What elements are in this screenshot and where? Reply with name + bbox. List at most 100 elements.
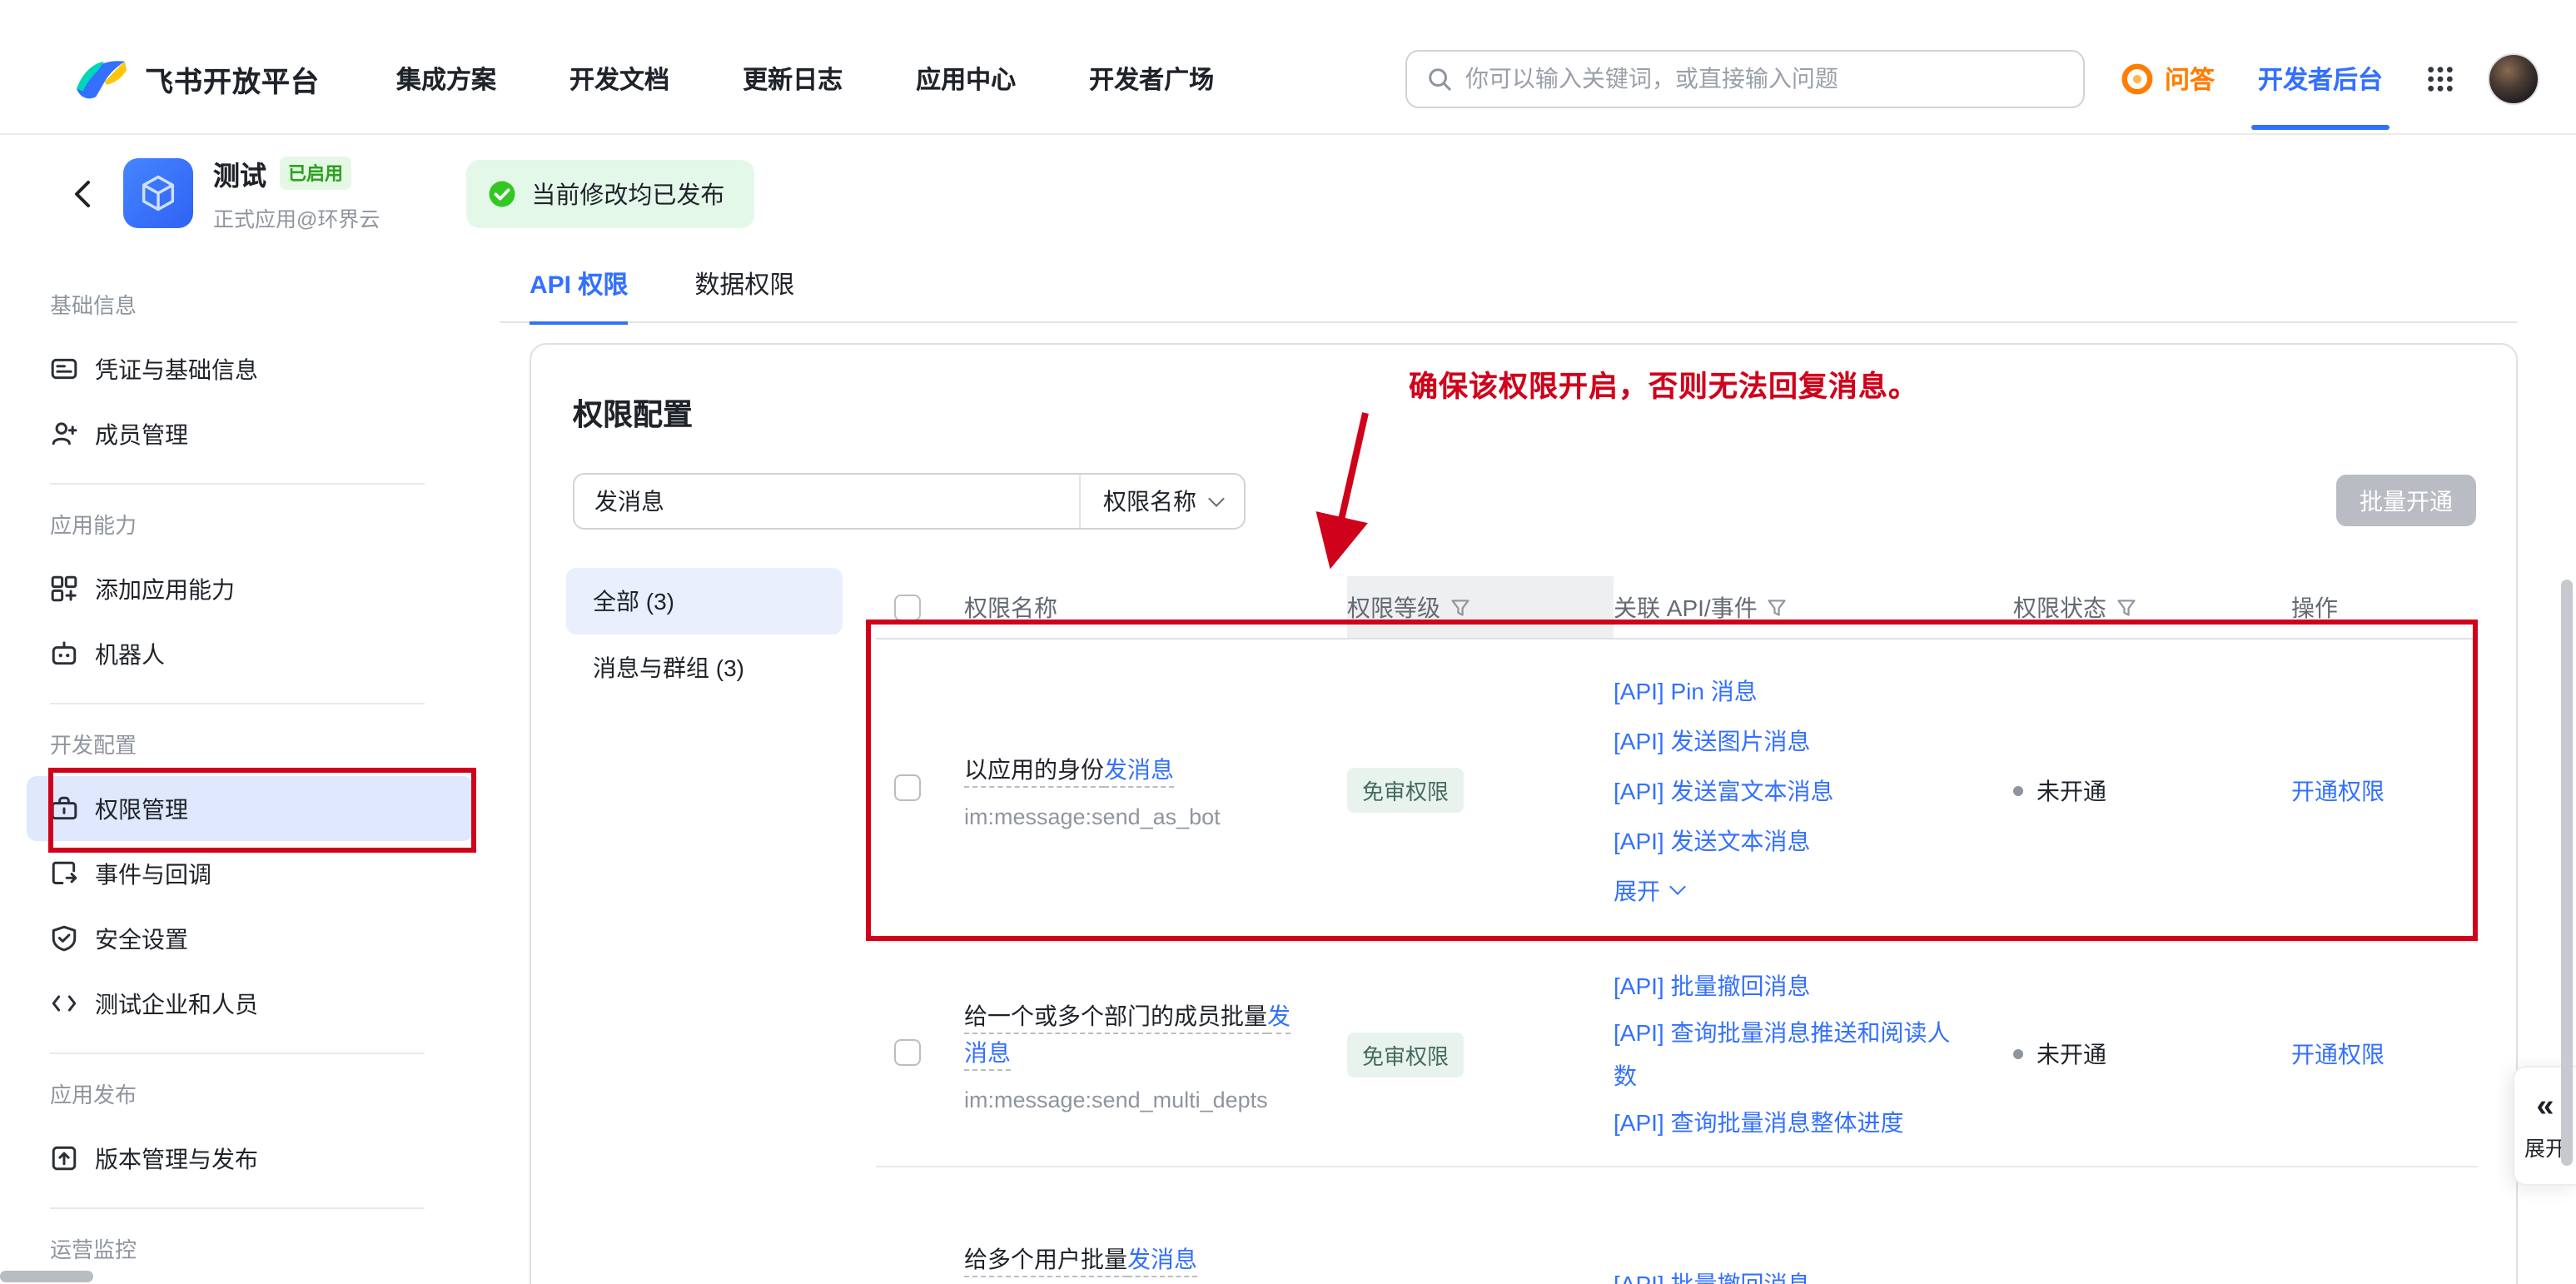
cube-icon — [137, 172, 180, 215]
active-nav-underline — [2251, 124, 2390, 129]
double-chevron-left-icon: « — [2536, 1090, 2554, 1122]
api-link-list: [API] 批量撤回消息 [API] 查询批量消息推送和阅读 — [1614, 1239, 1970, 1284]
api-link[interactable]: [API] 查询批量消息推送和阅读人数 — [1614, 1011, 1970, 1097]
filter-funnel-icon[interactable] — [2116, 597, 2136, 617]
app-meta: 测试 已启用 正式应用@环界云 — [213, 153, 380, 233]
sidebar-divider — [50, 1053, 425, 1054]
chevron-down-icon — [1207, 490, 1224, 506]
name-text: 给多个用户批量 — [964, 1246, 1127, 1272]
global-search-input[interactable] — [1465, 65, 2063, 92]
sidebar-section-dev-config: 开发配置 — [0, 708, 500, 776]
sidebar-section-basic-info: 基础信息 — [0, 268, 500, 336]
api-link[interactable]: [API] 批量撤回消息 — [1614, 1259, 1970, 1284]
console-label: 开发者后台 — [2258, 66, 2383, 94]
permission-search-input[interactable] — [574, 475, 1079, 528]
level-badge: 免审权限 — [1347, 768, 1464, 813]
sidebar-item-test-corp[interactable]: 测试企业和人员 — [27, 971, 473, 1036]
security-shield-icon — [50, 924, 78, 953]
developer-console-link[interactable]: 开发者后台 — [2258, 61, 2383, 96]
search-field-select[interactable]: 权限名称 — [1079, 475, 1244, 528]
status-text: 未开通 — [2036, 1038, 2106, 1071]
qa-link[interactable]: 问答 — [2121, 61, 2215, 96]
batch-open-button[interactable]: 批量开通 — [2336, 475, 2476, 526]
api-link[interactable]: [API] 批量撤回消息 — [1614, 961, 1970, 1011]
back-icon[interactable] — [73, 177, 92, 209]
sidebar-item-events[interactable]: 事件与回调 — [27, 841, 473, 906]
tab-data-permissions[interactable]: 数据权限 — [694, 266, 794, 325]
sidebar-item-label: 权限管理 — [95, 792, 188, 825]
name-text: 以应用的身份 — [964, 756, 1104, 783]
page-title: 权限配置 — [573, 391, 693, 435]
app-icon — [123, 158, 193, 228]
user-avatar[interactable] — [2488, 52, 2539, 104]
api-link[interactable]: [API] Pin 消息 — [1614, 665, 1970, 715]
sidebar-item-version-release[interactable]: 版本管理与发布 — [27, 1126, 473, 1191]
sidebar-section-release: 应用发布 — [0, 1058, 500, 1126]
expand-apis-link[interactable]: 展开 — [1614, 865, 1970, 915]
name-highlight: 发消息 — [1104, 756, 1174, 783]
sidebar-item-label: 安全设置 — [95, 922, 188, 955]
global-search[interactable] — [1405, 49, 2085, 107]
expand-panel-label: 展开 — [2524, 1130, 2566, 1162]
sidebar-item-credentials[interactable]: 凭证与基础信息 — [27, 336, 473, 401]
sidebar-item-bot[interactable]: 机器人 — [27, 621, 473, 686]
apps-grid-icon[interactable] — [2426, 64, 2454, 92]
permission-name[interactable]: 以应用的身份发消息 — [964, 751, 1304, 788]
status-text: 未开通 — [2036, 774, 2106, 807]
brand[interactable]: 飞书开放平台 — [73, 54, 320, 102]
horizontal-scrollbar[interactable] — [0, 1271, 93, 1282]
col-header-api[interactable]: 关联 API/事件 — [1614, 590, 2013, 624]
table-row-send-multi-users: 给多个用户批量发消息 [API] 批量撤回消息 [API] 查询批量消息推送和阅… — [876, 1167, 2478, 1284]
sidebar-item-members[interactable]: 成员管理 — [27, 401, 473, 466]
col-header-action: 操作 — [2291, 590, 2478, 624]
permission-tabs: API 权限 数据权限 — [530, 266, 794, 325]
nav-item-app-center[interactable]: 应用中心 — [916, 61, 1016, 96]
check-circle-icon — [488, 179, 516, 207]
app-subtitle: 正式应用@环界云 — [213, 202, 380, 233]
open-permission-link[interactable]: 开通权限 — [2291, 777, 2385, 804]
sidebar-item-security[interactable]: 安全设置 — [27, 906, 473, 971]
publish-banner-text: 当前修改均已发布 — [531, 176, 724, 211]
permission-name[interactable]: 给多个用户批量发消息 — [964, 1241, 1304, 1277]
tab-api-permissions[interactable]: API 权限 — [530, 266, 628, 325]
members-icon — [50, 420, 78, 448]
vertical-scrollbar[interactable] — [2561, 580, 2573, 1166]
brand-name: 飞书开放平台 — [145, 57, 320, 99]
nav-item-docs[interactable]: 开发文档 — [569, 61, 669, 96]
filter-message-group[interactable]: 消息与群组 (3) — [566, 635, 843, 701]
sidebar-divider — [50, 703, 425, 704]
nav-item-dev-plaza[interactable]: 开发者广场 — [1089, 61, 1214, 96]
api-link[interactable]: [API] 发送富文本消息 — [1614, 765, 1970, 815]
nav-item-changelog[interactable]: 更新日志 — [743, 61, 843, 96]
col-header-level[interactable]: 权限等级 — [1347, 576, 1614, 638]
sidebar: 基础信息 凭证与基础信息 成员管理 应用能力 添加应用能力 机器人 — [0, 251, 500, 1284]
api-link[interactable]: [API] 发送文本消息 — [1614, 815, 1970, 865]
code-brackets-icon — [50, 989, 78, 1018]
filter-funnel-icon[interactable] — [1450, 597, 1470, 617]
sidebar-item-label: 测试企业和人员 — [95, 987, 258, 1020]
open-permission-link[interactable]: 开通权限 — [2291, 1041, 2385, 1068]
category-filter-list: 全部 (3) 消息与群组 (3) — [566, 568, 843, 701]
api-link[interactable]: [API] 发送图片消息 — [1614, 715, 1970, 765]
event-callback-icon — [50, 859, 78, 888]
permission-search-group: 权限名称 — [573, 473, 1246, 530]
credential-icon — [50, 355, 78, 383]
api-link-list: [API] Pin 消息 [API] 发送图片消息 [API] 发送富文本消息 … — [1614, 649, 1970, 932]
api-link[interactable]: [API] 查询批量消息整体进度 — [1614, 1097, 1970, 1147]
top-nav: 飞书开放平台 集成方案 开发文档 更新日志 应用中心 开发者广场 问答 开发者后… — [0, 0, 2576, 135]
sidebar-item-permissions[interactable]: 权限管理 — [27, 776, 473, 841]
permission-table: 权限名称 权限等级 关联 API/事件 权限状态 操作 — [876, 576, 2478, 1284]
app-header: 测试 已启用 正式应用@环界云 当前修改均已发布 — [0, 135, 2576, 251]
row-checkbox[interactable] — [894, 774, 921, 801]
robot-icon — [50, 640, 78, 668]
nav-item-integration[interactable]: 集成方案 — [396, 61, 496, 96]
filter-all[interactable]: 全部 (3) — [566, 568, 843, 635]
col-header-status[interactable]: 权限状态 — [2013, 590, 2291, 624]
permission-name[interactable]: 给一个或多个部门的成员批量发消息 — [964, 997, 1304, 1070]
filter-funnel-icon[interactable] — [1768, 597, 1788, 617]
chevron-down-icon — [1669, 878, 1686, 895]
row-checkbox[interactable] — [894, 1038, 921, 1065]
sidebar-item-label: 成员管理 — [95, 417, 188, 450]
sidebar-item-add-capability[interactable]: 添加应用能力 — [27, 556, 473, 621]
select-all-checkbox[interactable] — [894, 594, 921, 620]
